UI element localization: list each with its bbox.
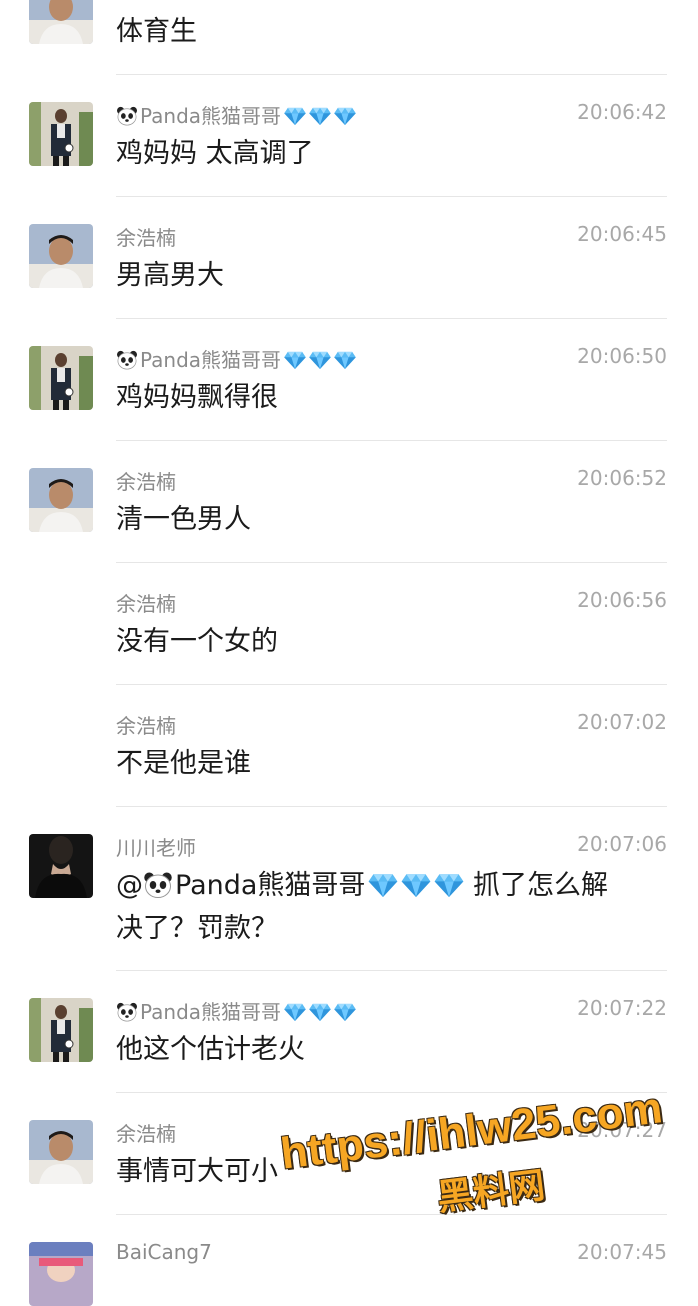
sender-name[interactable]: 余浩楠 bbox=[116, 1118, 176, 1147]
avatar-yu[interactable] bbox=[29, 468, 93, 532]
message-time: 20:07:45 bbox=[577, 1240, 667, 1264]
sender-name[interactable]: 余浩楠 bbox=[116, 710, 176, 739]
gem-icon bbox=[334, 107, 356, 125]
panda-emoji-icon bbox=[116, 350, 138, 370]
message-text: 不是他是谁 bbox=[116, 748, 251, 779]
sender-name[interactable]: 余浩楠 bbox=[116, 588, 176, 617]
gem-icon bbox=[334, 1003, 356, 1021]
message-time: 20:07:27 bbox=[577, 1118, 667, 1142]
gem-icon bbox=[309, 351, 331, 369]
panda-emoji-icon bbox=[116, 1002, 138, 1022]
avatar-yu[interactable] bbox=[29, 224, 93, 288]
gem-icon bbox=[368, 873, 398, 897]
divider bbox=[116, 1214, 667, 1215]
sender-name[interactable]: Panda熊猫哥哥 bbox=[116, 344, 356, 373]
divider bbox=[116, 806, 667, 807]
gem-icon bbox=[309, 1003, 331, 1021]
panda-emoji-icon bbox=[143, 871, 173, 899]
divider bbox=[116, 970, 667, 971]
avatar-yu[interactable] bbox=[29, 1120, 93, 1184]
divider bbox=[116, 196, 667, 197]
divider bbox=[116, 1092, 667, 1093]
divider bbox=[116, 440, 667, 441]
sender-name[interactable]: Panda熊猫哥哥 bbox=[116, 996, 356, 1025]
message-time: 20:07:06 bbox=[577, 832, 667, 856]
avatar-yu[interactable] bbox=[29, 0, 93, 44]
sender-name[interactable]: 余浩楠 bbox=[116, 222, 176, 251]
message-text: 没有一个女的 bbox=[116, 626, 278, 657]
message-text: @ Panda熊猫哥哥 抓了怎么解 决了？罚款？ bbox=[116, 870, 609, 944]
message-time: 20:06:56 bbox=[577, 588, 667, 612]
avatar-panda[interactable] bbox=[29, 102, 93, 166]
sender-name[interactable]: 川川老师 bbox=[116, 832, 196, 861]
message-text: 男高男大 bbox=[116, 260, 224, 291]
avatar-bai[interactable] bbox=[29, 1242, 93, 1306]
gem-icon bbox=[434, 873, 464, 897]
mention[interactable]: @ Panda熊猫哥哥 bbox=[116, 870, 464, 901]
message-time: 20:07:22 bbox=[577, 996, 667, 1020]
chat-message-list[interactable]: 体育生 Panda熊猫哥哥 20:06:42 鸡妈妈 太高调了 余浩楠 20:0… bbox=[0, 0, 698, 1280]
message-text: 鸡妈妈 太高调了 bbox=[116, 138, 314, 169]
gem-icon bbox=[334, 351, 356, 369]
gem-icon bbox=[284, 1003, 306, 1021]
avatar-panda[interactable] bbox=[29, 346, 93, 410]
message-time: 20:06:50 bbox=[577, 344, 667, 368]
gem-icon bbox=[284, 351, 306, 369]
divider bbox=[116, 318, 667, 319]
divider bbox=[116, 562, 667, 563]
panda-emoji-icon bbox=[116, 106, 138, 126]
gem-icon bbox=[309, 107, 331, 125]
sender-name[interactable]: BaiCang7 bbox=[116, 1240, 212, 1264]
message-time: 20:06:45 bbox=[577, 222, 667, 246]
message-text: 鸡妈妈飘得很 bbox=[116, 382, 278, 413]
message-text: 清一色男人 bbox=[116, 504, 251, 535]
avatar-panda[interactable] bbox=[29, 998, 93, 1062]
message-text: 体育生 bbox=[116, 16, 197, 47]
message-text: 他这个估计老火 bbox=[116, 1034, 305, 1065]
gem-icon bbox=[284, 107, 306, 125]
gem-icon bbox=[401, 873, 431, 897]
message-time: 20:06:42 bbox=[577, 100, 667, 124]
message-time: 20:06:52 bbox=[577, 466, 667, 490]
message-text: 事情可大可小 bbox=[116, 1156, 278, 1187]
sender-name[interactable]: Panda熊猫哥哥 bbox=[116, 100, 356, 129]
message-time: 20:07:02 bbox=[577, 710, 667, 734]
divider bbox=[116, 684, 667, 685]
divider bbox=[116, 74, 667, 75]
avatar-chuan[interactable] bbox=[29, 834, 93, 898]
sender-name[interactable]: 余浩楠 bbox=[116, 466, 176, 495]
